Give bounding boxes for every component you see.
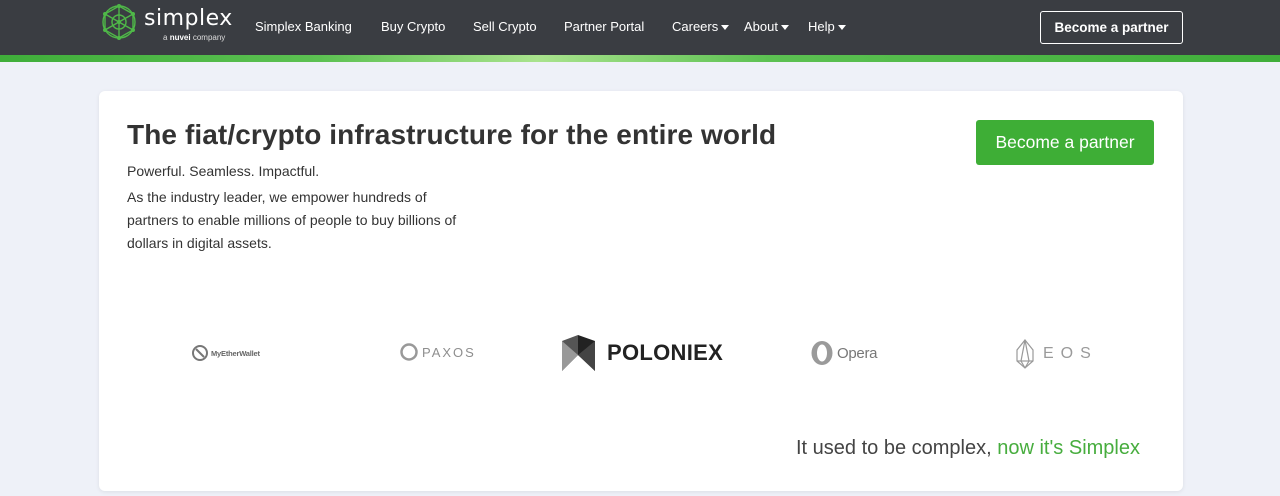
tagline-company: nuvei bbox=[169, 33, 191, 42]
partner-poloniex: POLONIEX bbox=[562, 335, 723, 371]
myetherwallet-icon bbox=[192, 345, 208, 361]
partner-opera: Opera bbox=[810, 340, 878, 366]
partner-name: PAXOS bbox=[422, 344, 476, 360]
poloniex-icon bbox=[562, 335, 595, 371]
partner-logos: MyEtherWallet PAXOS POLONIEX Opera EOS bbox=[99, 321, 1183, 391]
nav-sell-crypto[interactable]: Sell Crypto bbox=[473, 19, 537, 34]
nav-about-label: About bbox=[744, 19, 778, 34]
chevron-down-icon bbox=[837, 25, 846, 31]
tagline-suffix: company bbox=[192, 33, 226, 42]
hero-tagline: Powerful. Seamless. Impactful. bbox=[127, 163, 320, 179]
nav-partner-portal[interactable]: Partner Portal bbox=[564, 19, 644, 34]
opera-icon bbox=[811, 341, 833, 365]
simplex-logo[interactable]: simplex a nuvei company bbox=[99, 2, 239, 46]
hero-description: As the industry leader, we empower hundr… bbox=[127, 189, 457, 251]
nav-about[interactable]: About bbox=[744, 19, 789, 34]
tagline-prefix: a bbox=[163, 33, 168, 42]
partner-name: EOS bbox=[1043, 345, 1098, 362]
footline-prefix: It used to be complex, bbox=[796, 437, 992, 459]
network-globe-icon bbox=[102, 4, 136, 40]
partner-paxos: PAXOS bbox=[400, 343, 476, 361]
hero-headline: The fiat/crypto infrastructure for the e… bbox=[127, 119, 777, 150]
hero-become-partner-button[interactable]: Become a partner bbox=[976, 120, 1154, 165]
nav-simplex-banking[interactable]: Simplex Banking bbox=[255, 19, 352, 34]
footline-accent: now it's Simplex bbox=[997, 437, 1140, 459]
nav-buy-crypto[interactable]: Buy Crypto bbox=[381, 19, 445, 34]
paxos-icon bbox=[400, 343, 418, 361]
nav-become-partner-button[interactable]: Become a partner bbox=[1040, 11, 1183, 44]
chevron-down-icon bbox=[780, 25, 789, 31]
hero-card: The fiat/crypto infrastructure for the e… bbox=[99, 91, 1183, 491]
partner-myetherwallet: MyEtherWallet bbox=[192, 345, 260, 361]
brand-tagline: a nuvei company bbox=[163, 33, 225, 42]
nav-careers-label: Careers bbox=[672, 19, 719, 34]
nav-accent-stripe bbox=[0, 55, 1280, 62]
partner-name: MyEtherWallet bbox=[211, 348, 260, 358]
nav-help[interactable]: Help bbox=[808, 19, 846, 34]
top-navbar: simplex a nuvei company Simplex Banking … bbox=[0, 0, 1280, 55]
partner-name: POLONIEX bbox=[607, 340, 724, 365]
tagline-footer: It used to be complex, now it's Simplex bbox=[796, 437, 1140, 460]
chevron-down-icon bbox=[721, 25, 730, 31]
eos-icon bbox=[1016, 339, 1034, 369]
nav-help-label: Help bbox=[808, 19, 835, 34]
brand-name: simplex bbox=[144, 6, 233, 31]
nav-careers[interactable]: Careers bbox=[672, 19, 730, 34]
partner-name: Opera bbox=[837, 344, 878, 362]
partner-eos: EOS bbox=[1015, 339, 1098, 369]
